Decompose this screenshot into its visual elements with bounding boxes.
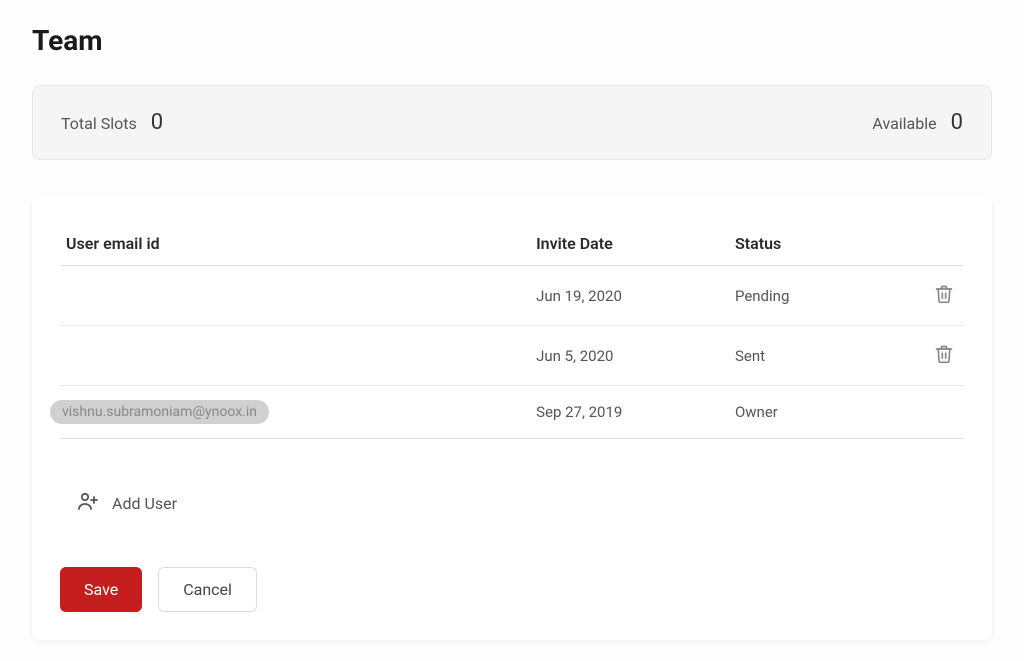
table-row: Jun 19, 2020 Pending bbox=[60, 266, 964, 326]
table-row: Jun 5, 2020 Sent bbox=[60, 326, 964, 386]
cell-status: Pending bbox=[729, 266, 892, 326]
cell-invite-date: Sep 27, 2019 bbox=[530, 386, 729, 439]
team-table: User email id Invite Date Status Jun 19,… bbox=[60, 224, 964, 439]
form-actions: Save Cancel bbox=[60, 567, 964, 612]
header-invite-date: Invite Date bbox=[530, 224, 729, 266]
total-slots-stat: Total Slots 0 bbox=[61, 110, 163, 135]
user-plus-icon bbox=[76, 489, 100, 517]
add-user-label: Add User bbox=[112, 494, 177, 513]
delete-button[interactable] bbox=[930, 340, 958, 371]
available-value: 0 bbox=[951, 110, 963, 135]
header-actions bbox=[892, 224, 964, 266]
available-label: Available bbox=[872, 114, 936, 133]
email-chip: vishnu.subramoniam@ynoox.in bbox=[50, 400, 269, 424]
page-title: Team bbox=[32, 24, 992, 57]
cancel-button[interactable]: Cancel bbox=[158, 567, 257, 612]
total-slots-label: Total Slots bbox=[61, 114, 137, 133]
available-slots-stat: Available 0 bbox=[872, 110, 963, 135]
team-card: User email id Invite Date Status Jun 19,… bbox=[32, 196, 992, 640]
cell-status: Owner bbox=[729, 386, 892, 439]
header-email: User email id bbox=[60, 224, 530, 266]
cell-email bbox=[60, 266, 530, 326]
delete-button[interactable] bbox=[930, 280, 958, 311]
cell-actions bbox=[892, 386, 964, 439]
cell-email: vishnu.subramoniam@ynoox.in bbox=[60, 386, 530, 439]
cell-invite-date: Jun 19, 2020 bbox=[530, 266, 729, 326]
total-slots-value: 0 bbox=[151, 110, 163, 135]
slots-summary-card: Total Slots 0 Available 0 bbox=[32, 85, 992, 160]
cell-invite-date: Jun 5, 2020 bbox=[530, 326, 729, 386]
cell-status: Sent bbox=[729, 326, 892, 386]
trash-icon bbox=[934, 284, 954, 307]
table-header-row: User email id Invite Date Status bbox=[60, 224, 964, 266]
save-button[interactable]: Save bbox=[60, 567, 142, 612]
table-row: vishnu.subramoniam@ynoox.in Sep 27, 2019… bbox=[60, 386, 964, 439]
header-status: Status bbox=[729, 224, 892, 266]
add-user-button[interactable]: Add User bbox=[60, 489, 964, 517]
cell-email bbox=[60, 326, 530, 386]
trash-icon bbox=[934, 344, 954, 367]
